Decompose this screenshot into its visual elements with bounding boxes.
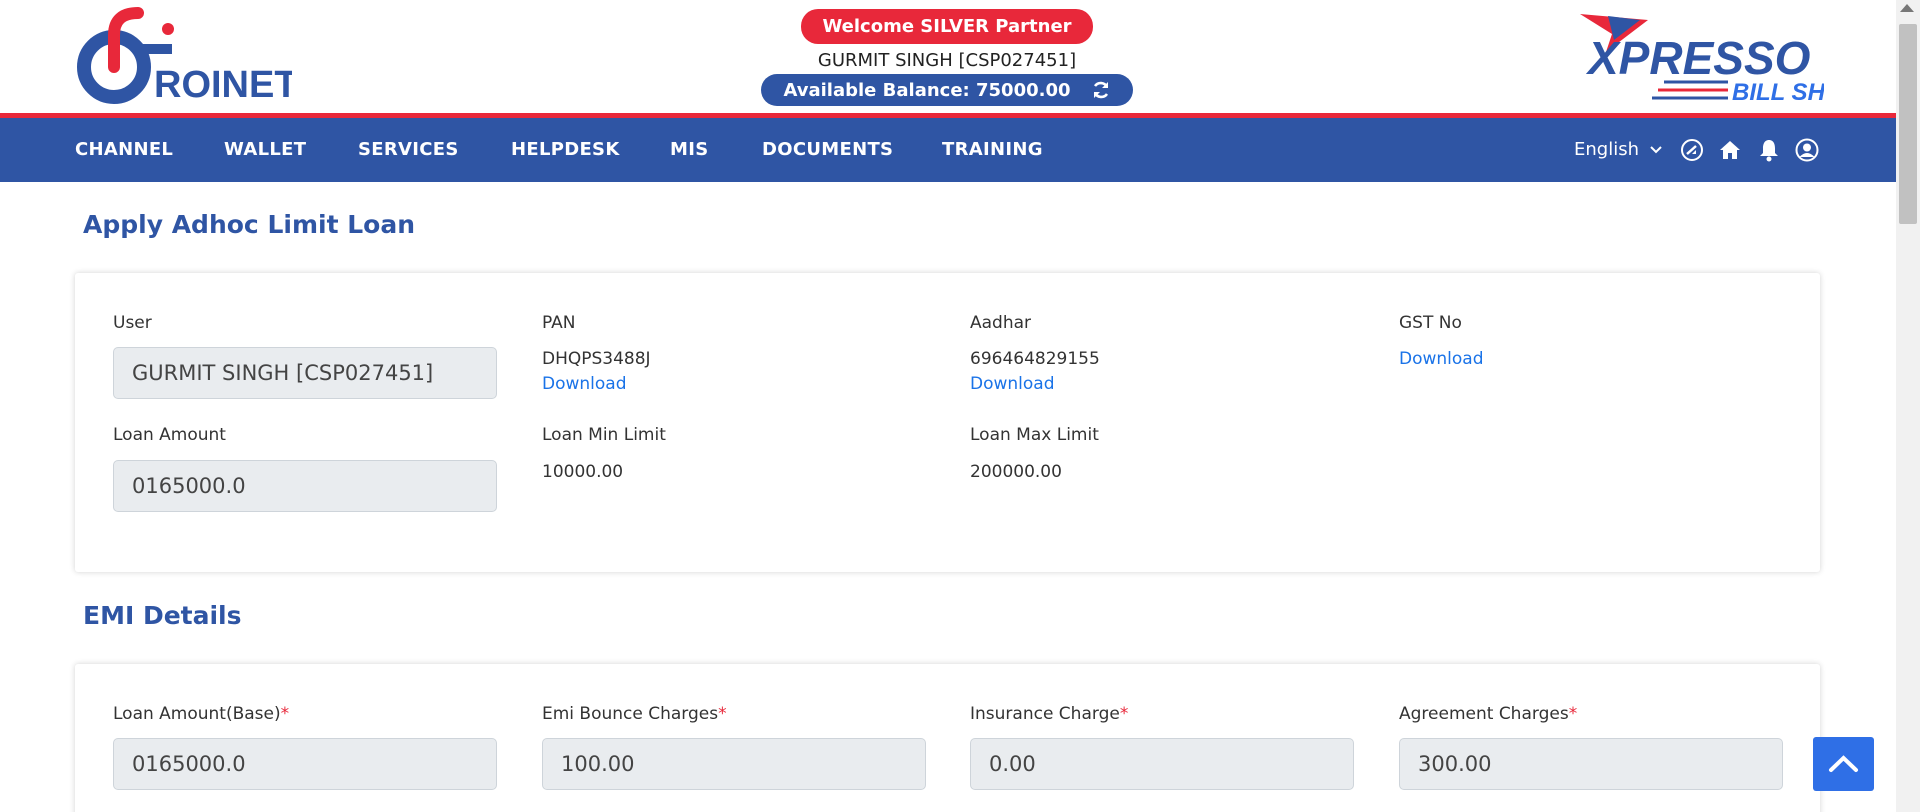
- required-mark: *: [718, 704, 727, 724]
- nav-mis[interactable]: MIS: [670, 118, 708, 182]
- chevron-up-icon: [1829, 755, 1858, 772]
- svg-text:ROINET: ROINET: [154, 64, 292, 106]
- user-icon[interactable]: [1795, 138, 1819, 162]
- chevron-down-icon: [1650, 146, 1662, 154]
- pan-download-link[interactable]: Download: [542, 374, 627, 394]
- nav-documents[interactable]: DOCUMENTS: [762, 118, 893, 182]
- main-navbar: CHANNEL WALLET SERVICES HELPDESK MIS DOC…: [0, 118, 1896, 182]
- dashboard-icon[interactable]: [1680, 138, 1704, 162]
- user-label: User: [113, 313, 152, 333]
- loan-min-value: 10000.00: [542, 462, 624, 482]
- balance-text: Available Balance: 75000.00: [783, 79, 1071, 101]
- balance-badge: Available Balance: 75000.00: [761, 74, 1133, 106]
- header-center: Welcome SILVER Partner GURMIT SINGH [CSP…: [760, 9, 1134, 106]
- required-mark: *: [280, 704, 290, 724]
- emi-card: Loan Amount(Base)* 0165000.0 Emi Bounce …: [75, 664, 1820, 812]
- scroll-up-arrow-icon[interactable]: [1900, 4, 1914, 12]
- svg-text:BILL SHOP: BILL SHOP: [1732, 79, 1824, 104]
- aadhar-download-link[interactable]: Download: [970, 374, 1055, 394]
- xpresso-bill-shop-logo[interactable]: XPRESSO BILL SHOP: [1578, 12, 1824, 104]
- language-selector[interactable]: English: [1574, 118, 1663, 182]
- aadhar-label: Aadhar: [970, 313, 1032, 333]
- bell-icon[interactable]: [1757, 138, 1781, 162]
- loan-max-label: Loan Max Limit: [970, 425, 1099, 445]
- loan-min-label: Loan Min Limit: [542, 425, 666, 445]
- pan-value: DHQPS3488J: [542, 349, 651, 369]
- nav-services[interactable]: SERVICES: [358, 118, 459, 182]
- home-icon[interactable]: [1718, 138, 1742, 162]
- user-field[interactable]: GURMIT SINGH [CSP027451]: [113, 347, 497, 399]
- roinet-logo[interactable]: ROINET: [72, 5, 292, 109]
- emi-bounce-field[interactable]: 100.00: [542, 738, 926, 790]
- gst-label: GST No: [1399, 313, 1462, 333]
- top-header: ROINET Welcome SILVER Partner GURMIT SIN…: [0, 0, 1896, 113]
- aadhar-value: 696464829155: [970, 349, 1100, 369]
- agreement-field[interactable]: 300.00: [1399, 738, 1783, 790]
- page-title: Apply Adhoc Limit Loan: [83, 210, 415, 239]
- scrollbar-thumb[interactable]: [1899, 24, 1917, 224]
- language-label: English: [1574, 139, 1639, 160]
- scroll-to-top-button[interactable]: [1813, 737, 1874, 791]
- gst-download-link[interactable]: Download: [1399, 349, 1484, 369]
- emi-section-title: EMI Details: [83, 601, 242, 630]
- emi-bounce-label-text: Emi Bounce Charges: [542, 704, 719, 724]
- agreement-label: Agreement Charges*: [1399, 704, 1577, 724]
- loan-base-field[interactable]: 0165000.0: [113, 738, 497, 790]
- nav-training[interactable]: TRAINING: [942, 118, 1043, 182]
- insurance-field[interactable]: 0.00: [970, 738, 1354, 790]
- nav-channel[interactable]: CHANNEL: [75, 118, 173, 182]
- emi-bounce-label: Emi Bounce Charges*: [542, 704, 727, 724]
- pan-label: PAN: [542, 313, 576, 333]
- required-mark: *: [1119, 704, 1129, 724]
- loan-max-value: 200000.00: [970, 462, 1062, 482]
- nav-wallet[interactable]: WALLET: [224, 118, 306, 182]
- insurance-label-text: Insurance Charge: [970, 704, 1120, 724]
- insurance-label: Insurance Charge*: [970, 704, 1128, 724]
- loan-info-card: User GURMIT SINGH [CSP027451] PAN DHQPS3…: [75, 273, 1820, 572]
- nav-helpdesk[interactable]: HELPDESK: [511, 118, 620, 182]
- svg-text:XPRESSO: XPRESSO: [1585, 32, 1811, 84]
- refresh-icon[interactable]: [1091, 80, 1111, 100]
- loan-amount-label: Loan Amount: [113, 425, 226, 445]
- welcome-badge: Welcome SILVER Partner: [801, 9, 1093, 44]
- loan-base-label-text: Loan Amount(Base): [113, 704, 281, 724]
- user-name: GURMIT SINGH [CSP027451]: [817, 50, 1077, 71]
- loan-base-label: Loan Amount(Base)*: [113, 704, 289, 724]
- agreement-label-text: Agreement Charges: [1399, 704, 1569, 724]
- loan-amount-field[interactable]: 0165000.0: [113, 460, 497, 512]
- required-mark: *: [1568, 704, 1578, 724]
